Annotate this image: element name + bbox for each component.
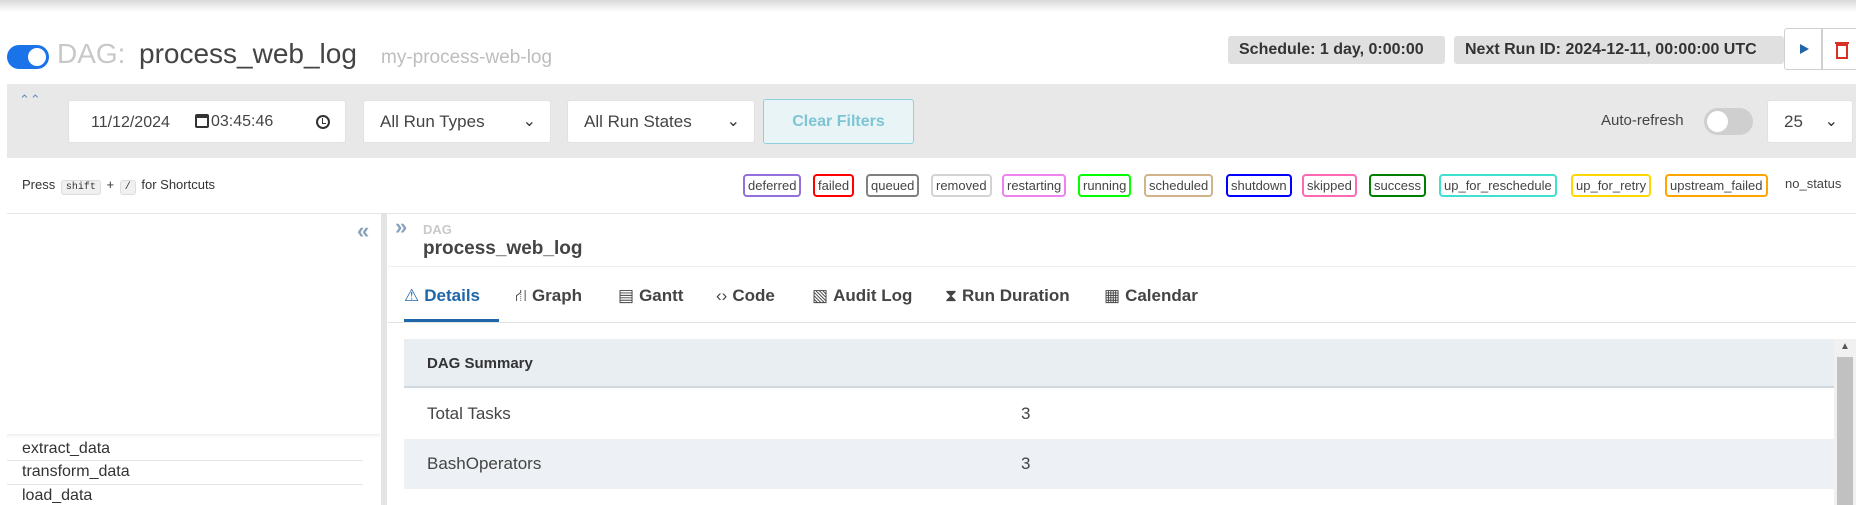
collapse-panel-icon[interactable]: « — [357, 218, 369, 244]
auto-refresh-label: Auto-refresh — [1601, 112, 1684, 129]
delete-dag-button[interactable] — [1822, 28, 1856, 70]
date-value: 11/12/2024 — [91, 114, 170, 131]
task-row-extract-data[interactable]: extract_data — [22, 440, 110, 458]
code-icon: ‹› — [716, 286, 728, 305]
row-value: 3 — [1021, 454, 1031, 473]
calendar-icon: ▦ — [1104, 286, 1121, 305]
grid-panel: « — [7, 214, 380, 505]
scrollbar-thumb[interactable] — [1837, 357, 1853, 505]
hourglass-icon: ⧗ — [945, 286, 957, 305]
calendar-picker-icon[interactable] — [195, 114, 209, 128]
tab-label: Gantt — [639, 286, 684, 305]
graph-icon: ⛙ — [515, 286, 527, 305]
legend-restarting[interactable]: restarting — [1002, 174, 1067, 197]
row-key: BashOperators — [427, 454, 542, 473]
detail-kind: DAG — [423, 222, 452, 237]
auto-refresh-toggle[interactable] — [1704, 108, 1753, 135]
detail-name: process_web_log — [423, 238, 583, 259]
panel-resizer[interactable] — [381, 214, 387, 505]
dag-pause-toggle[interactable] — [7, 45, 49, 69]
row-key: Total Tasks — [427, 404, 511, 423]
clock-icon[interactable] — [316, 115, 330, 129]
grid-header-shadow — [7, 434, 380, 438]
dag-summary-table: DAG Summary Total Tasks 3 BashOperators … — [404, 339, 1834, 489]
dag-prefix: DAG: — [57, 38, 126, 69]
tab-label: Code — [732, 286, 775, 305]
tab-calendar[interactable]: ▦ Calendar — [1104, 286, 1200, 322]
tab-gantt[interactable]: ▤ Gantt — [618, 286, 688, 322]
dag-header: DAG: process_web_log my-process-web-log … — [0, 28, 1856, 82]
divider — [388, 266, 1856, 267]
legend-shutdown[interactable]: shutdown — [1226, 174, 1292, 197]
tab-label: Details — [424, 286, 480, 305]
shortcuts-hint: Press shift + / for Shortcuts — [22, 177, 216, 195]
page-size-select[interactable]: 25 ⌄ — [1767, 100, 1853, 143]
trash-icon — [1835, 42, 1849, 59]
run-types-select[interactable]: All Run Types ⌄ — [363, 100, 551, 143]
tabs-underline — [388, 322, 1856, 323]
tab-details[interactable]: ⚠ Details — [404, 286, 499, 322]
filter-bar: ⌃⌃ 11/12/2024 03:45:46 All Run Types ⌄ A… — [7, 84, 1856, 158]
run-types-value: All Run Types — [380, 112, 485, 131]
table-row: Total Tasks 3 — [404, 389, 1834, 439]
clear-filters-button[interactable]: Clear Filters — [763, 99, 914, 144]
base-date-input[interactable]: 11/12/2024 03:45:46 — [68, 100, 346, 143]
dag-display-name: my-process-web-log — [381, 47, 553, 68]
task-row-transform-data[interactable]: transform_data — [22, 463, 130, 481]
warning-icon: ⚠ — [404, 286, 420, 305]
tab-graph[interactable]: ⛙ Graph — [515, 286, 595, 322]
legend-skipped[interactable]: skipped — [1302, 174, 1357, 197]
play-icon — [1800, 44, 1809, 54]
time-value: 03:45:46 — [211, 113, 274, 130]
row-value: 3 — [1021, 404, 1031, 423]
table-row: BashOperators 3 — [404, 439, 1834, 489]
legend-running[interactable]: running — [1078, 174, 1132, 197]
divider — [7, 460, 363, 461]
legend-success[interactable]: success — [1369, 174, 1426, 197]
tab-code[interactable]: ‹› Code — [716, 286, 782, 322]
tab-label: Run Duration — [961, 286, 1070, 305]
legend-up-for-reschedule[interactable]: up_for_reschedule — [1439, 174, 1557, 197]
collapse-up-icon[interactable]: ⌃⌃ — [19, 92, 41, 108]
legend-failed[interactable]: failed — [813, 174, 855, 197]
tab-label: Audit Log — [833, 286, 913, 305]
details-scrollbar[interactable]: ▲ — [1834, 339, 1856, 505]
tab-label: Graph — [531, 286, 583, 305]
legend-up-for-retry[interactable]: up_for_retry — [1571, 174, 1652, 197]
legend-deferred[interactable]: deferred — [743, 174, 802, 197]
dag-summary-heading: DAG Summary — [404, 339, 1834, 388]
chevron-down-icon: ⌄ — [726, 113, 740, 130]
chevron-down-icon: ⌄ — [1824, 113, 1838, 130]
next-run-badge: Next Run ID: 2024-12-11, 00:00:00 UTC — [1454, 36, 1784, 64]
audit-log-icon: ▧ — [812, 286, 829, 305]
legend-removed[interactable]: removed — [931, 174, 992, 197]
run-states-select[interactable]: All Run States ⌄ — [567, 100, 755, 143]
task-row-load-data[interactable]: load_data — [22, 487, 92, 505]
chevron-down-icon: ⌄ — [522, 113, 536, 130]
tab-audit-log[interactable]: ▧ Audit Log — [812, 286, 914, 322]
top-shadow — [0, 0, 1856, 12]
page-size-value: 25 — [1784, 112, 1803, 131]
dag-id-title: process_web_log — [139, 38, 357, 69]
legend-scheduled[interactable]: scheduled — [1144, 174, 1214, 197]
expand-panel-icon[interactable]: » — [395, 214, 407, 240]
scroll-up-icon[interactable]: ▲ — [1840, 341, 1850, 352]
divider — [7, 484, 363, 485]
tab-run-duration[interactable]: ⧗ Run Duration — [945, 286, 1075, 322]
run-states-value: All Run States — [584, 112, 692, 131]
trigger-dag-button[interactable] — [1784, 28, 1822, 70]
legend-queued[interactable]: queued — [866, 174, 920, 197]
legend-upstream-failed[interactable]: upstream_failed — [1665, 174, 1768, 197]
tab-label: Calendar — [1125, 286, 1198, 305]
schedule-badge: Schedule: 1 day, 0:00:00 — [1228, 36, 1445, 64]
legend-no-status[interactable]: no_status — [1782, 174, 1845, 197]
gantt-icon: ▤ — [618, 286, 635, 305]
